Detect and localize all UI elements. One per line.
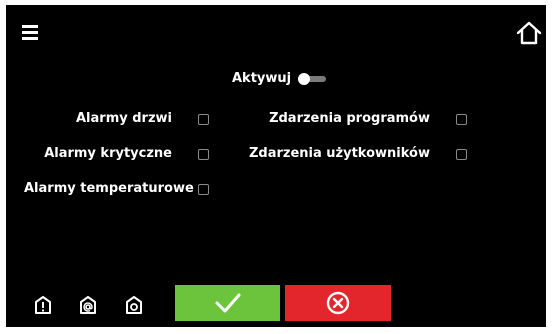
temperature-alarms-checkbox[interactable] xyxy=(198,184,209,195)
toggle-knob xyxy=(298,73,310,85)
alert-icon[interactable] xyxy=(33,295,53,315)
checkmark-icon xyxy=(215,293,240,313)
confirm-button[interactable] xyxy=(175,285,280,321)
user-events-checkbox[interactable] xyxy=(456,149,467,160)
critical-alarms-label: Alarmy krytyczne xyxy=(44,146,172,161)
email-at-icon[interactable] xyxy=(78,295,98,315)
camera-icon[interactable] xyxy=(124,295,144,315)
door-alarms-label: Alarmy drzwi xyxy=(76,111,172,126)
cancel-button[interactable] xyxy=(285,285,391,321)
critical-alarms-checkbox[interactable] xyxy=(198,149,209,160)
cancel-circle-x-icon xyxy=(326,291,350,315)
notification-settings-screen: Aktywuj Alarmy drzwi Alarmy krytyczne Al… xyxy=(6,5,546,327)
temperature-alarms-label: Alarmy temperaturowe xyxy=(24,181,194,196)
user-events-label: Zdarzenia użytkowników xyxy=(248,146,430,161)
activate-label: Aktywuj xyxy=(232,71,292,86)
home-icon[interactable] xyxy=(514,19,544,47)
program-events-label: Zdarzenia programów xyxy=(269,111,430,126)
door-alarms-checkbox[interactable] xyxy=(198,114,209,125)
program-events-checkbox[interactable] xyxy=(456,114,467,125)
menu-icon[interactable] xyxy=(22,23,44,43)
activate-toggle[interactable] xyxy=(298,73,328,85)
